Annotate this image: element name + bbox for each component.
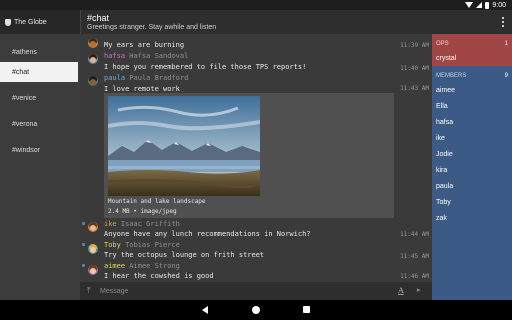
- member-item-kira[interactable]: kira: [436, 167, 447, 174]
- system-nav-bar: [0, 300, 512, 320]
- message-text: Anyone have any lunch recommendations in…: [104, 230, 311, 238]
- message-input[interactable]: [100, 284, 360, 298]
- member-item-jodie[interactable]: Jodie: [436, 151, 453, 158]
- recent-apps-icon[interactable]: [303, 306, 310, 313]
- message-real-name: Paula Bradford: [129, 74, 189, 82]
- upload-icon[interactable]: ⤒: [87, 287, 91, 295]
- message-time: 11:45 AM: [400, 253, 429, 260]
- wifi-icon: [465, 2, 474, 8]
- channel-drawer: The Globe #athens #chat #venice #verona …: [0, 10, 80, 300]
- message-text: Try the octopus lounge on frith street: [104, 251, 265, 259]
- message-nick[interactable]: Toby: [104, 241, 121, 249]
- avatar: [88, 244, 98, 254]
- server-shield-icon: [5, 18, 11, 26]
- status-bar: 9:00: [0, 0, 512, 10]
- member-item-ella[interactable]: Ella: [436, 103, 448, 110]
- more-options-icon[interactable]: [502, 17, 504, 27]
- avatar: [88, 222, 98, 232]
- message-text: I hope you remembered to file those TPS …: [104, 63, 307, 71]
- text-format-icon[interactable]: A: [398, 287, 404, 295]
- channel-topic: Greetings stranger. Stay awhile and list…: [87, 24, 217, 31]
- signal-icon: [476, 2, 483, 8]
- member-item-paula[interactable]: paula: [436, 183, 453, 190]
- members-label: MEMBERS: [436, 72, 467, 79]
- message-time: 11:44 AM: [400, 231, 429, 238]
- message-text: I love remote work: [104, 85, 180, 93]
- message-real-name: Tobias Pierce: [125, 241, 180, 249]
- message-time: 11:46 AM: [400, 273, 429, 280]
- message-real-name: Isaac Griffith: [120, 220, 180, 228]
- server-header[interactable]: The Globe: [0, 10, 80, 34]
- channel-item-athens[interactable]: #athens: [0, 42, 78, 62]
- avatar: [88, 265, 98, 275]
- message-text: My ears are burning: [104, 41, 185, 49]
- status-time: 9:00: [492, 1, 506, 9]
- ops-count: 1: [504, 40, 508, 47]
- channel-toolbar: #chat Greetings stranger. Stay awhile an…: [80, 10, 512, 34]
- message-nick[interactable]: paula: [104, 74, 125, 82]
- channel-title: #chat: [87, 13, 110, 23]
- channel-item-chat[interactable]: #chat: [0, 62, 78, 82]
- member-item-crystal[interactable]: crystal: [436, 55, 456, 62]
- message-composer: ⤒ A ➤: [80, 282, 432, 300]
- message-time: 11:43 AM: [400, 85, 429, 92]
- avatar: [88, 76, 98, 86]
- unread-marker: [82, 243, 85, 246]
- landscape-thumbnail: [108, 96, 260, 196]
- unread-marker: [82, 264, 85, 267]
- battery-icon: [485, 1, 490, 9]
- unread-marker: [82, 222, 85, 225]
- send-icon[interactable]: ➤: [416, 287, 421, 295]
- ops-label: OPS: [436, 40, 449, 47]
- message-time: 11:40 AM: [400, 65, 429, 72]
- message-nick[interactable]: ike: [104, 220, 117, 228]
- server-name: The Globe: [14, 18, 47, 26]
- member-item-ike[interactable]: ike: [436, 135, 445, 142]
- channel-item-venice[interactable]: #venice: [0, 88, 78, 108]
- member-item-zak[interactable]: zak: [436, 215, 447, 222]
- attachment-meta: 2.4 MB • image/jpeg: [108, 208, 177, 215]
- ops-header: OPS 1: [432, 37, 512, 50]
- message-real-name: Hafsa Sandoval: [129, 52, 189, 60]
- message-real-name: Aimee Strong: [129, 262, 180, 270]
- member-item-toby[interactable]: Toby: [436, 199, 451, 206]
- message-text: I hear the cowshed is good: [104, 272, 214, 280]
- member-item-aimee[interactable]: aimee: [436, 87, 455, 94]
- members-header: MEMBERS 9: [432, 69, 512, 82]
- members-count: 9: [504, 72, 508, 79]
- message-nick[interactable]: hafsa: [104, 52, 125, 60]
- avatar: [88, 38, 98, 48]
- member-list: OPS 1 crystal MEMBERS 9 aimee Ella hafsa…: [432, 34, 512, 300]
- message-nick[interactable]: aimee: [104, 262, 125, 270]
- back-icon[interactable]: [202, 306, 208, 314]
- member-item-hafsa[interactable]: hafsa: [436, 119, 453, 126]
- image-attachment[interactable]: Mountain and lake landscape 2.4 MB • ima…: [104, 93, 394, 218]
- channel-item-verona[interactable]: #verona: [0, 114, 78, 134]
- avatar: [88, 54, 98, 64]
- message-time: 11:39 AM: [400, 42, 429, 49]
- channel-item-windsor[interactable]: #windsor: [0, 140, 78, 160]
- home-icon[interactable]: [252, 306, 260, 314]
- attachment-caption: Mountain and lake landscape: [108, 198, 206, 205]
